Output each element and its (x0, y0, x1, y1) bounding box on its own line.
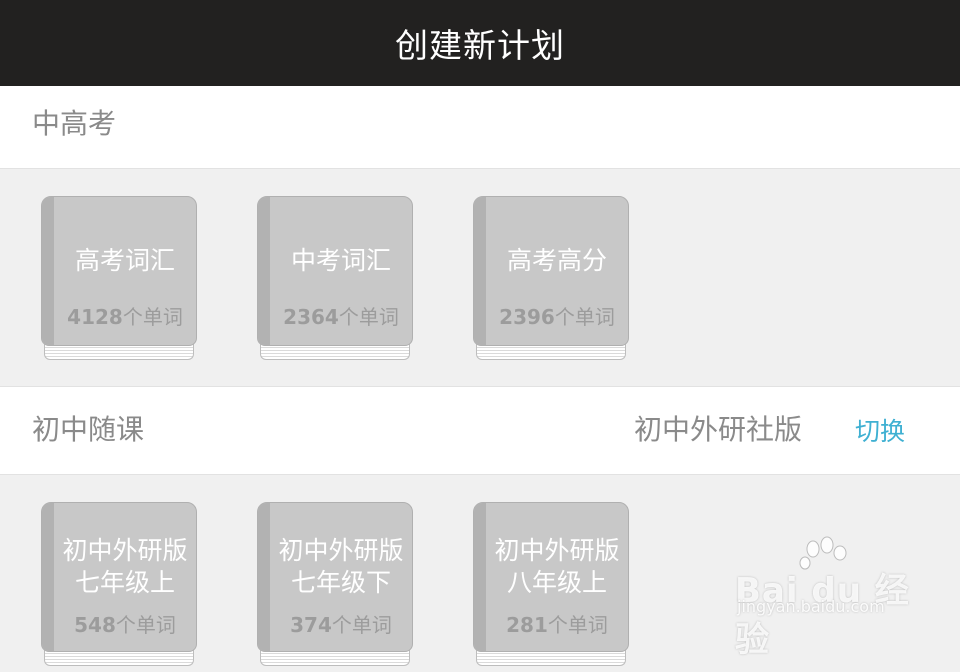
page-title: 创建新计划 (395, 26, 565, 65)
word-count-unit: 个单词 (554, 305, 615, 329)
book-cover: 高考词汇 4128个单词 (41, 196, 197, 346)
word-count-number: 374 (290, 613, 332, 637)
book-cover: 中考词汇 2364个单词 (257, 196, 413, 346)
baidu-watermark: Bai du 经验 jingyan.baidu.com (735, 535, 925, 660)
book-cover: 初中外研版七年级下 374个单词 (257, 502, 413, 652)
book-spine (474, 197, 486, 345)
switch-edition-button[interactable]: 切换 (855, 387, 905, 477)
book-word-count: 374个单词 (270, 609, 412, 638)
word-count-unit: 个单词 (338, 305, 399, 329)
book-word-count: 2396个单词 (486, 301, 628, 330)
word-count-number: 4128 (67, 305, 123, 329)
book-cover: 初中外研版七年级上 548个单词 (41, 502, 197, 652)
section-header-course: 初中随课 初中外研社版 切换 (0, 386, 960, 475)
book-spine (474, 503, 486, 651)
book-card[interactable]: 初中外研版七年级上 548个单词 (41, 502, 197, 672)
book-name-line2: 八年级上 (506, 568, 607, 597)
book-name: 初中外研版 七年级下 (270, 535, 412, 599)
book-spine (258, 197, 270, 345)
book-shelf-exam: 高考词汇 4128个单词 中考词汇 2364个单词 高考高分 2396个单词 (0, 169, 960, 385)
book-word-count: 2364个单词 (270, 301, 412, 330)
book-name-line2: 七年级下 (290, 568, 391, 597)
book-card[interactable]: 高考高分 2396个单词 (473, 196, 629, 366)
section-title: 初中随课 (32, 413, 145, 446)
top-bar: 创建新计划 (0, 0, 960, 86)
book-name: 高考词汇 (74, 246, 175, 275)
section-title: 中高考 (32, 107, 117, 140)
section-header-exam: 中高考 (0, 86, 960, 169)
word-count-unit: 个单词 (331, 613, 392, 637)
word-count-unit: 个单词 (547, 613, 608, 637)
book-card[interactable]: 初中外研版七年级下 374个单词 (257, 502, 413, 672)
word-count-number: 2396 (499, 305, 555, 329)
word-count-number: 281 (506, 613, 548, 637)
book-spine (42, 197, 54, 345)
book-name: 初中外研版 八年级上 (486, 535, 628, 599)
book-cover: 初中外研版八年级上 281个单词 (473, 502, 629, 652)
book-name-line1: 初中外研版 (494, 536, 620, 565)
book-card[interactable]: 中考词汇 2364个单词 (257, 196, 413, 366)
current-edition-label: 初中外研社版 (634, 413, 803, 446)
word-count-unit: 个单词 (122, 305, 183, 329)
book-name-line2: 七年级上 (74, 568, 175, 597)
book-word-count: 281个单词 (486, 609, 628, 638)
book-word-count: 548个单词 (54, 609, 196, 638)
book-spine (258, 503, 270, 651)
book-name: 中考词汇 (290, 246, 391, 275)
book-cover: 高考高分 2396个单词 (473, 196, 629, 346)
book-name: 高考高分 (506, 246, 607, 275)
book-spine (42, 503, 54, 651)
book-word-count: 4128个单词 (54, 301, 196, 330)
book-name: 初中外研版 七年级上 (54, 535, 196, 599)
book-name-line1: 初中外研版 (62, 536, 188, 565)
book-name-line1: 初中外研版 (278, 536, 404, 565)
book-card[interactable]: 高考词汇 4128个单词 (41, 196, 197, 366)
watermark-url: jingyan.baidu.com (737, 597, 885, 616)
word-count-number: 548 (74, 613, 116, 637)
book-card[interactable]: 初中外研版八年级上 281个单词 (473, 502, 629, 672)
word-count-number: 2364 (283, 305, 339, 329)
word-count-unit: 个单词 (115, 613, 176, 637)
